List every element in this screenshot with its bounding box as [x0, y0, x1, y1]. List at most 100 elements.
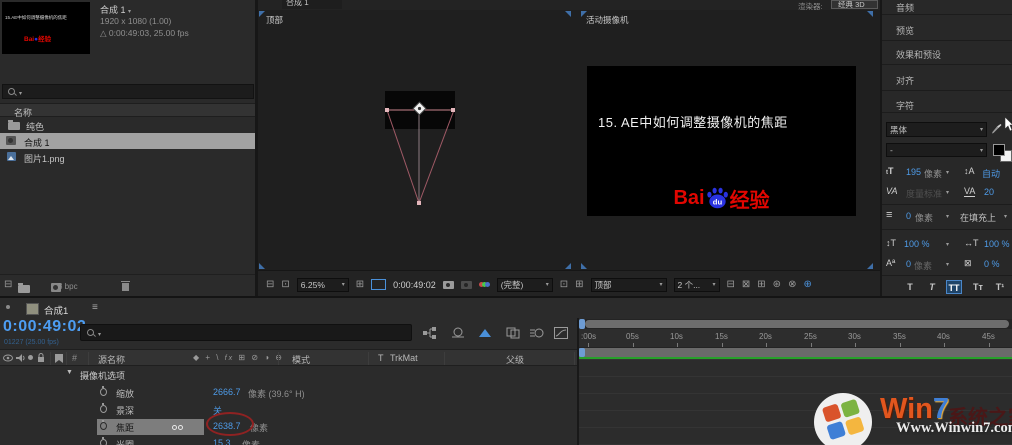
font-size-value[interactable]: 195	[906, 167, 921, 177]
property-value[interactable]: 15.3	[213, 438, 231, 445]
property-row-depth-of-field[interactable]: 景深 关	[0, 402, 578, 418]
column-hash[interactable]: #	[72, 353, 77, 363]
label-icon[interactable]	[55, 354, 63, 363]
panel-menu-icon[interactable]: ≡	[92, 302, 98, 313]
project-columns-header[interactable]: 名称	[0, 103, 256, 117]
project-comp-name[interactable]: 合成 1 ▾	[100, 3, 131, 16]
panel-tab-align[interactable]: 对齐	[896, 74, 914, 87]
eyedropper-icon[interactable]	[991, 123, 1002, 136]
scrollbar-thumb[interactable]	[585, 320, 1009, 328]
trash-icon[interactable]	[121, 281, 130, 291]
view-layout-dropdown[interactable]: 2 个...▾	[674, 278, 720, 292]
chevron-down-icon[interactable]: ▾	[946, 241, 949, 248]
tracking-value[interactable]: 20	[984, 187, 994, 197]
stopwatch-icon[interactable]	[100, 388, 107, 396]
font-family-dropdown[interactable]: 黑体▾	[886, 122, 987, 137]
resolution-dropdown[interactable]: (完整)▾	[497, 278, 553, 292]
lock-icon[interactable]	[37, 353, 45, 363]
view-corner-handle[interactable]	[581, 263, 587, 269]
horizontal-scale-value[interactable]: 100 %	[984, 239, 1012, 249]
panel-tab-preview[interactable]: 预览	[896, 24, 914, 37]
property-value[interactable]: 2666.7	[213, 387, 241, 397]
baseline-shift-value[interactable]: 0	[906, 259, 911, 269]
solo-icon[interactable]	[28, 355, 33, 360]
work-area-bar[interactable]	[579, 348, 1012, 357]
timeline-button-icon[interactable]: ⊞	[757, 280, 765, 290]
timeline-tab-label[interactable]: 合成1	[44, 303, 68, 317]
flatten-icon[interactable]: ⊟	[266, 280, 274, 290]
audio-icon[interactable]	[16, 354, 25, 362]
fill-color-swatch[interactable]	[993, 144, 1005, 156]
property-row-aperture[interactable]: 光圈 15.3 像素	[0, 436, 578, 445]
mini-flowchart-icon[interactable]	[423, 327, 437, 339]
channels-icon[interactable]	[479, 282, 490, 287]
view-dropdown[interactable]: 顶部▾	[591, 278, 667, 292]
timeline-search-input[interactable]: ▾	[80, 324, 412, 341]
stopwatch-icon[interactable]	[100, 422, 107, 430]
project-item-solid-folder[interactable]: 纯色	[0, 117, 256, 133]
ruler-icon[interactable]: ⊞	[356, 280, 364, 290]
composition-frame[interactable]: 15. AE中如何调整摄像机的焦距 Bai du 经验	[587, 66, 856, 216]
panel-tab-effects-presets[interactable]: 效果和预设	[896, 48, 941, 61]
style-superscript-button[interactable]: T¹	[992, 280, 1008, 294]
draft-3d-icon[interactable]	[451, 327, 465, 339]
project-item-image[interactable]: 图片1.png	[0, 149, 256, 165]
stroke-width-value[interactable]: 0	[906, 211, 911, 221]
property-name[interactable]: 光圈	[116, 438, 134, 445]
property-row-focus-distance[interactable]: 焦距 2638.7 像素	[0, 419, 578, 436]
stroke-mode-value[interactable]: 在填充上	[960, 211, 996, 224]
stopwatch-icon[interactable]	[100, 439, 107, 445]
style-small-caps-button[interactable]: Tт	[970, 280, 986, 294]
target-region-icon[interactable]: ⊡	[560, 280, 568, 290]
region-of-interest-icon[interactable]	[371, 279, 386, 290]
chevron-down-icon[interactable]: ▾	[946, 261, 949, 268]
viewer-timecode[interactable]: 0:00:49:02	[393, 280, 436, 290]
work-area-start-handle[interactable]	[579, 319, 585, 329]
style-italic-button[interactable]: T	[924, 280, 940, 294]
frame-blend-icon[interactable]	[506, 327, 520, 339]
camera-point-handle[interactable]	[417, 201, 421, 205]
view-corner-handle[interactable]	[867, 11, 873, 17]
fast-preview-icon[interactable]: ⊠	[742, 280, 750, 290]
composition-tab[interactable]: 合成 1	[282, 0, 342, 9]
reset-exposure-icon[interactable]: ⊗	[788, 280, 796, 290]
shy-layers-icon[interactable]	[478, 327, 492, 339]
current-time-display[interactable]: 0:00:49:02	[3, 318, 86, 336]
style-all-caps-button[interactable]: TT	[946, 280, 962, 294]
exposure-icon[interactable]: ⊕	[803, 279, 811, 290]
tsume-value[interactable]: 0 %	[984, 259, 1000, 269]
font-style-dropdown[interactable]: -▾	[886, 143, 987, 157]
column-parent[interactable]: 父级	[506, 353, 524, 366]
property-name[interactable]: 缩放	[116, 387, 134, 400]
column-source-name[interactable]: 源名称	[98, 353, 125, 366]
leading-value[interactable]: 自动	[982, 167, 1000, 180]
snapshot-icon[interactable]	[443, 281, 454, 289]
graph-editor-icon[interactable]	[554, 327, 568, 339]
camera-options-group[interactable]: ▼ 摄像机选项	[0, 367, 578, 383]
property-name[interactable]: 景深	[116, 404, 134, 417]
comp-color-chip[interactable]	[26, 303, 39, 315]
vertical-scale-value[interactable]: 100 %	[904, 239, 930, 249]
stopwatch-icon[interactable]	[100, 405, 107, 413]
project-bpc-label[interactable]: 8 bpc	[58, 282, 78, 291]
new-folder-icon[interactable]	[18, 285, 30, 293]
chevron-down-icon[interactable]: ▾	[1004, 213, 1007, 220]
property-name[interactable]: 焦距	[116, 421, 134, 434]
view-corner-handle[interactable]	[867, 263, 873, 269]
transparency-grid-icon[interactable]: ⊞	[575, 280, 583, 290]
interpret-footage-icon[interactable]: ⊟	[4, 280, 12, 290]
pixel-aspect-icon[interactable]: ⊟	[727, 280, 735, 290]
chevron-down-icon[interactable]: ▾	[946, 189, 949, 196]
property-row-zoom[interactable]: 缩放 2666.7 像素 (39.6° H)	[0, 385, 578, 401]
work-area-start-bracket[interactable]	[579, 348, 585, 357]
panel-tab-audio[interactable]: 音频	[896, 1, 914, 14]
chevron-down-icon[interactable]: ▾	[946, 169, 949, 176]
magnification-dropdown[interactable]: 6.25%▾	[297, 278, 349, 292]
timeline-lock-icon[interactable]	[6, 305, 10, 309]
column-t[interactable]: T	[378, 353, 384, 363]
panel-tab-character[interactable]: 字符	[896, 99, 914, 112]
monitor-icon[interactable]: ⊡	[281, 280, 289, 290]
renderer-button[interactable]: 经典 3D	[831, 0, 878, 9]
project-search-input[interactable]: ▾	[2, 84, 254, 99]
flowchart-icon[interactable]: ⊛	[773, 280, 781, 290]
